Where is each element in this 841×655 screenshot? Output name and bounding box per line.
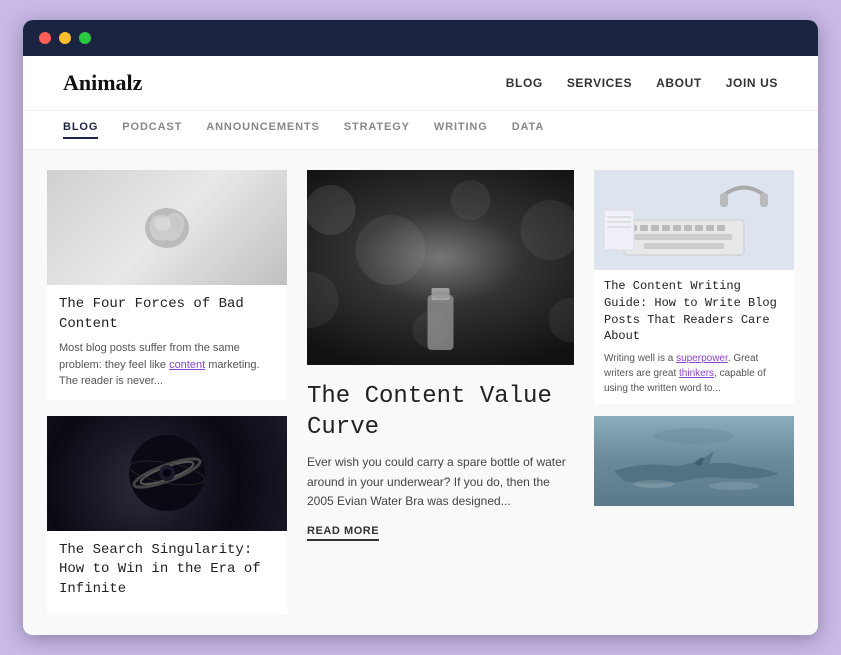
close-dot[interactable] [39, 32, 51, 44]
middle-column: The Content Value Curve Ever wish you co… [307, 170, 574, 615]
site-logo[interactable]: Animalz [63, 70, 142, 96]
search-singularity-image [47, 416, 287, 531]
featured-image [307, 170, 574, 365]
card-shark-article[interactable] [594, 416, 794, 506]
nav-services[interactable]: SERVICES [567, 76, 632, 90]
highlight-superpower: superpower [676, 353, 728, 364]
subnav-writing[interactable]: WRITING [434, 121, 488, 139]
card-content-writing-guide[interactable]: The Content Writing Guide: How to Write … [594, 170, 794, 404]
featured-title: The Content Value Curve [307, 381, 574, 443]
highlight-thinkers: thinkers [679, 368, 714, 379]
nav-join-us[interactable]: JOIN US [726, 76, 778, 90]
browser-bar [23, 20, 818, 56]
four-forces-desc: Most blog posts suffer from the same pro… [59, 340, 275, 390]
subnav-blog[interactable]: BLOG [63, 121, 98, 139]
content-area: The Four Forces of Bad Content Most blog… [23, 150, 818, 635]
search-singularity-title: The Search Singularity: How to Win in th… [59, 541, 275, 600]
subnav-data[interactable]: DATA [512, 121, 544, 139]
minimize-dot[interactable] [59, 32, 71, 44]
paper-crumple-icon [137, 198, 197, 258]
subnav-podcast[interactable]: PODCAST [122, 121, 182, 139]
subnav-strategy[interactable]: STRATEGY [344, 121, 410, 139]
subnav-announcements[interactable]: ANNOUNCEMENTS [206, 121, 320, 139]
shark-icon [594, 416, 794, 506]
nav-blog[interactable]: BLOG [506, 76, 543, 90]
four-forces-body: The Four Forces of Bad Content Most blog… [47, 285, 287, 400]
four-forces-image [47, 170, 287, 285]
left-column: The Four Forces of Bad Content Most blog… [47, 170, 287, 615]
galaxy-icon [127, 433, 207, 513]
site-header: Animalz BLOG SERVICES ABOUT JOIN US [23, 56, 818, 111]
nav-about[interactable]: ABOUT [656, 76, 702, 90]
card-four-forces[interactable]: The Four Forces of Bad Content Most blog… [47, 170, 287, 400]
featured-desc: Ever wish you could carry a spare bottle… [307, 453, 574, 511]
read-more-link[interactable]: READ MORE [307, 525, 379, 541]
desk-icon [594, 170, 794, 270]
right-column: The Content Writing Guide: How to Write … [594, 170, 794, 615]
content-guide-body: The Content Writing Guide: How to Write … [594, 270, 794, 404]
featured-bokeh-icon [307, 170, 574, 365]
highlight-content: content [169, 359, 205, 371]
content-guide-image [594, 170, 794, 270]
content-guide-desc: Writing well is a superpower. Great writ… [604, 351, 784, 396]
search-singularity-body: The Search Singularity: How to Win in th… [47, 531, 287, 616]
content-guide-title: The Content Writing Guide: How to Write … [604, 278, 784, 345]
browser-window: Animalz BLOG SERVICES ABOUT JOIN US BLOG… [23, 20, 818, 635]
maximize-dot[interactable] [79, 32, 91, 44]
shark-image [594, 416, 794, 506]
four-forces-title: The Four Forces of Bad Content [59, 295, 275, 334]
main-nav: BLOG SERVICES ABOUT JOIN US [506, 76, 778, 90]
sub-nav: BLOG PODCAST ANNOUNCEMENTS STRATEGY WRIT… [23, 111, 818, 150]
featured-text: The Content Value Curve Ever wish you co… [307, 381, 574, 541]
card-search-singularity[interactable]: The Search Singularity: How to Win in th… [47, 416, 287, 616]
